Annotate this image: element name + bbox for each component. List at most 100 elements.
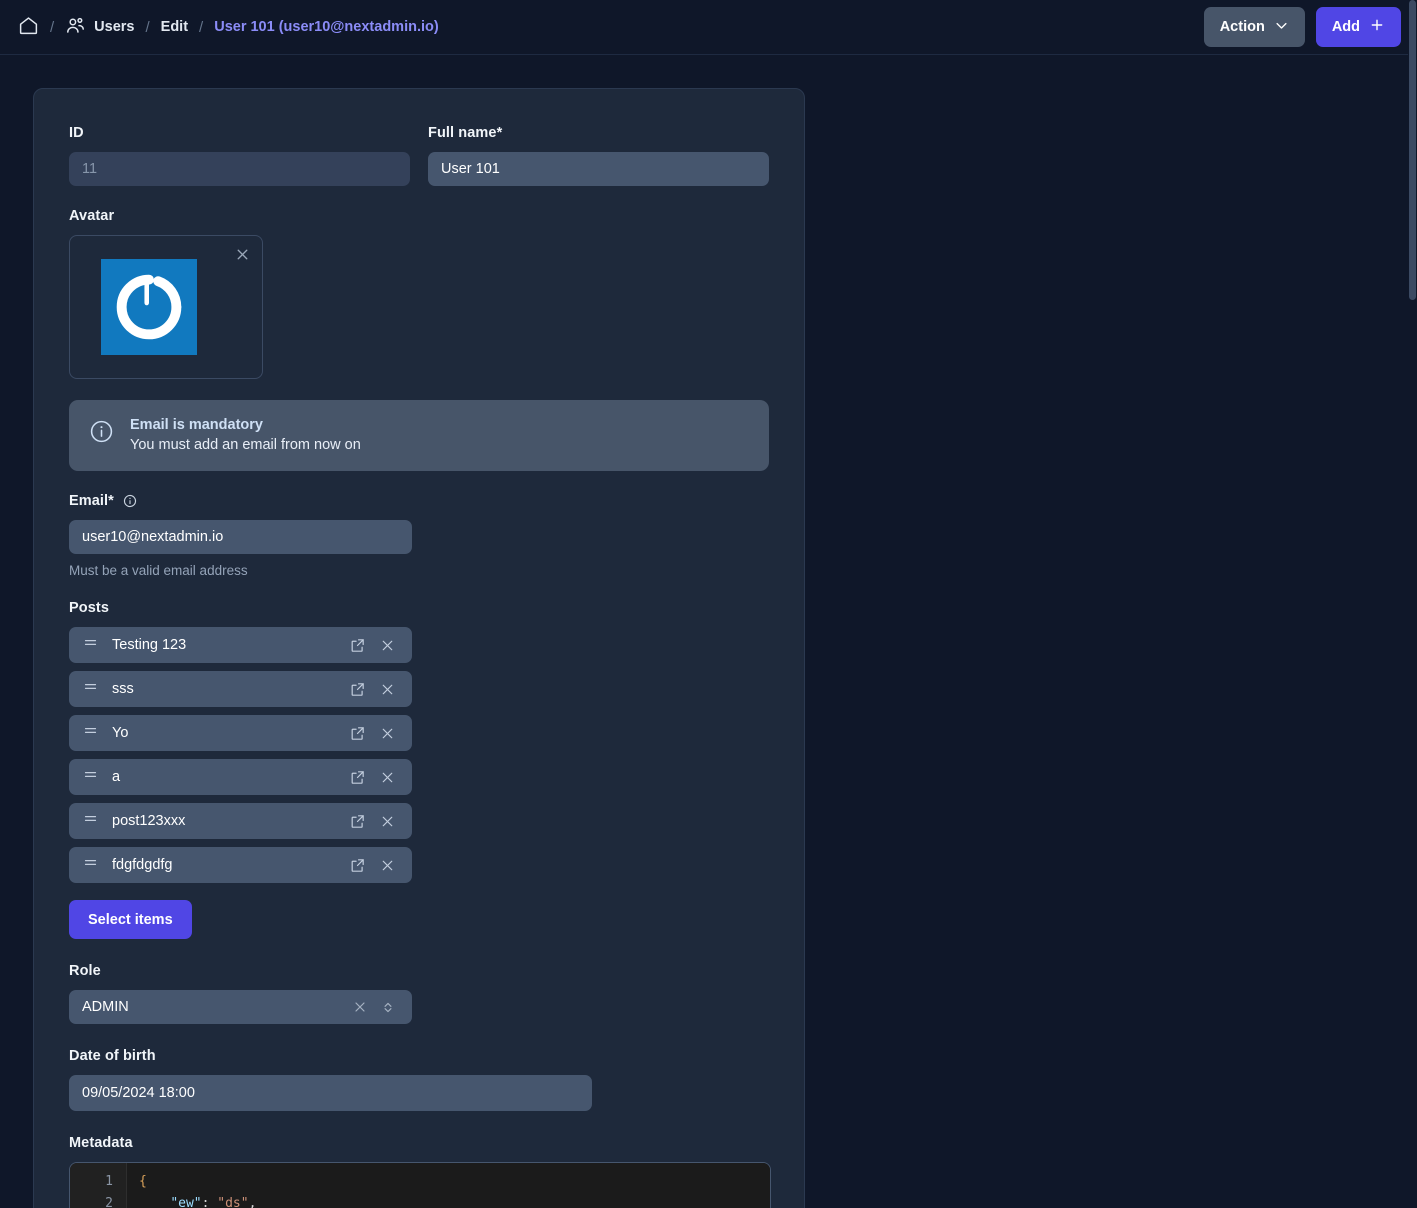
avatar-upload-box[interactable] [69, 235, 263, 379]
remove-avatar-icon[interactable] [234, 246, 251, 263]
role-select[interactable]: ADMIN [69, 990, 412, 1024]
add-button[interactable]: Add [1315, 7, 1401, 47]
code-line: { [127, 1171, 770, 1193]
code-content[interactable]: { "ew": "ds", [127, 1163, 770, 1208]
id-input[interactable] [69, 152, 410, 186]
posts-list: Testing 123 sss Yo a post123xxx fdgfdgdfg [69, 627, 769, 883]
breadcrumb-item-edit[interactable]: Edit [161, 19, 188, 35]
drag-handle-icon[interactable] [83, 635, 98, 655]
user-edit-form-card: ID Full name* Avatar [33, 88, 805, 1208]
avatar [101, 259, 197, 355]
breadcrumb-home[interactable] [18, 15, 39, 40]
role-field-group: Role ADMIN [69, 963, 769, 1024]
action-button-label: Action [1219, 19, 1265, 35]
fullname-field-group: Full name* [428, 125, 769, 186]
breadcrumb-item-users-label: Users [94, 19, 135, 35]
page-content: ID Full name* Avatar [0, 55, 1417, 1208]
chevron-down-icon [1274, 18, 1289, 37]
role-label: Role [69, 963, 101, 979]
breadcrumb: / Users / Edit / User 101 (user10@nextad… [18, 15, 1204, 40]
remove-post-icon[interactable] [372, 637, 402, 654]
id-fullname-row: ID Full name* [69, 125, 769, 186]
code-line: "ew": "ds", [127, 1193, 770, 1208]
post-row[interactable]: fdgfdgdfg [69, 847, 412, 883]
post-title: post123xxx [112, 813, 186, 829]
code-line-numbers: 12 [70, 1163, 127, 1208]
drag-handle-icon[interactable] [83, 723, 98, 743]
code-line-number: 1 [105, 1174, 113, 1189]
topbar-actions: Action Add [1203, 7, 1401, 47]
metadata-label: Metadata [69, 1135, 133, 1151]
action-button[interactable]: Action [1203, 7, 1305, 47]
code-token: : [201, 1196, 218, 1208]
id-label: ID [69, 125, 84, 141]
drag-handle-icon[interactable] [83, 767, 98, 787]
email-label: Email* [69, 493, 114, 509]
breadcrumb-item-current-user[interactable]: User 101 (user10@nextadmin.io) [214, 19, 438, 35]
email-label-row: Email* [69, 493, 769, 509]
post-row[interactable]: Yo [69, 715, 412, 751]
dob-label: Date of birth [69, 1048, 156, 1064]
post-row[interactable]: sss [69, 671, 412, 707]
post-row[interactable]: post123xxx [69, 803, 412, 839]
email-helper-text: Must be a valid email address [69, 563, 248, 578]
open-post-external-link-icon[interactable] [342, 681, 372, 698]
email-info-icon[interactable] [123, 494, 137, 508]
open-post-external-link-icon[interactable] [342, 857, 372, 874]
remove-post-icon[interactable] [372, 769, 402, 786]
remove-post-icon[interactable] [372, 857, 402, 874]
dob-input[interactable] [69, 1075, 592, 1111]
post-row[interactable]: Testing 123 [69, 627, 412, 663]
breadcrumb-item-current-user-label: User 101 (user10@nextadmin.io) [214, 19, 439, 35]
code-token: { [139, 1174, 147, 1189]
code-token: , [248, 1196, 257, 1208]
post-title: fdgfdgdfg [112, 857, 173, 873]
remove-post-icon[interactable] [372, 681, 402, 698]
avatar-label: Avatar [69, 208, 115, 224]
drag-handle-icon[interactable] [83, 811, 98, 831]
breadcrumb-separator: / [50, 18, 55, 36]
alert-text: You must add an email from now on [130, 437, 361, 453]
fullname-label: Full name* [428, 125, 503, 141]
role-stepper-icon[interactable] [374, 999, 402, 1016]
open-post-external-link-icon[interactable] [342, 813, 372, 830]
open-post-external-link-icon[interactable] [342, 725, 372, 742]
posts-label: Posts [69, 600, 109, 616]
breadcrumb-item-users[interactable]: Users [65, 15, 134, 40]
id-field-group: ID [69, 125, 410, 186]
open-post-external-link-icon[interactable] [342, 637, 372, 654]
alert-title: Email is mandatory [130, 417, 263, 433]
page-scrollbar[interactable] [1408, 0, 1417, 1208]
remove-post-icon[interactable] [372, 813, 402, 830]
select-items-button[interactable]: Select items [69, 900, 192, 939]
email-input[interactable] [69, 520, 412, 554]
info-icon [89, 419, 114, 449]
breadcrumb-separator: / [199, 18, 204, 36]
gravatar-logo-icon [116, 274, 182, 340]
clear-role-icon[interactable] [346, 999, 374, 1015]
avatar-field-group: Avatar [69, 208, 769, 379]
code-token: "ds" [217, 1196, 249, 1208]
post-title: sss [112, 681, 134, 697]
fullname-input[interactable] [428, 152, 769, 186]
drag-handle-icon[interactable] [83, 679, 98, 699]
open-post-external-link-icon[interactable] [342, 769, 372, 786]
metadata-code-editor[interactable]: 12 { "ew": "ds", [69, 1162, 771, 1208]
breadcrumb-separator: / [145, 18, 150, 36]
breadcrumb-item-edit-label: Edit [160, 19, 189, 35]
alert-body: Email is mandatory You must add an email… [130, 417, 361, 453]
post-title: Yo [112, 725, 129, 741]
posts-field-group: Posts Testing 123 sss Yo a post123xxx fdgfdgd… [69, 600, 769, 939]
users-icon [65, 15, 86, 40]
home-icon [18, 15, 39, 40]
top-bar: / Users / Edit / User 101 (user10@nextad… [0, 0, 1417, 55]
page-scrollbar-thumb[interactable] [1409, 0, 1416, 300]
drag-handle-icon[interactable] [83, 855, 98, 875]
code-token: "ew" [170, 1196, 202, 1208]
metadata-field-group: Metadata 12 { "ew": "ds", [69, 1135, 771, 1208]
post-row[interactable]: a [69, 759, 412, 795]
remove-post-icon[interactable] [372, 725, 402, 742]
email-mandatory-alert: Email is mandatory You must add an email… [69, 400, 769, 471]
code-line-number: 2 [105, 1196, 113, 1208]
